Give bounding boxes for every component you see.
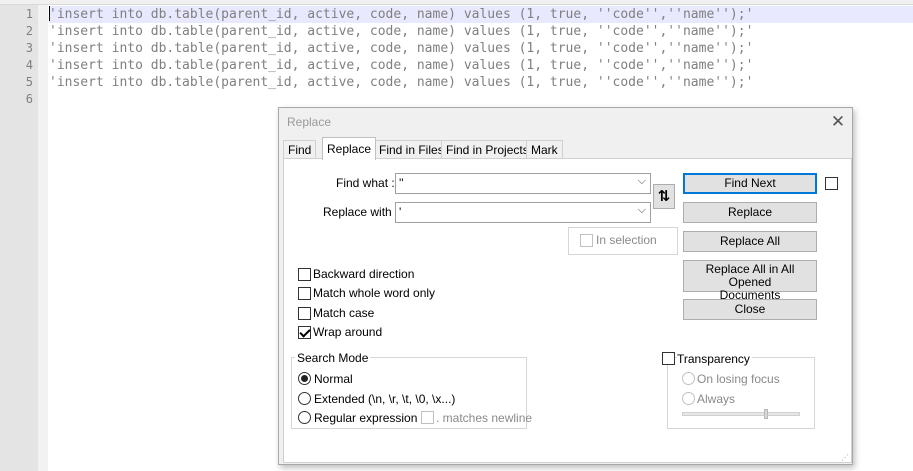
- search-mode-normal-radio[interactable]: [298, 372, 311, 385]
- replace-with-label: Replace with :: [323, 205, 399, 219]
- dialog-title: Replace: [287, 115, 332, 129]
- line-number: 3: [25, 41, 33, 55]
- on-losing-focus-label: On losing focus: [697, 372, 780, 386]
- transparency-slider[interactable]: [682, 412, 800, 416]
- search-mode-regex-label: Regular expression: [314, 411, 418, 425]
- code-line[interactable]: 'insert into db.table(parent_id, active,…: [49, 40, 913, 57]
- line-number: 5: [25, 75, 33, 89]
- tab-find-in-files[interactable]: Find in Files: [374, 140, 449, 159]
- search-mode-normal-label: Normal: [314, 372, 353, 386]
- match-case-label: Match case: [313, 306, 375, 320]
- matches-newline-checkbox[interactable]: [421, 411, 434, 424]
- wrap-around-label: Wrap around: [313, 325, 383, 339]
- tab-mark[interactable]: Mark: [526, 140, 563, 159]
- find-what-input[interactable]: '' ⌵: [395, 173, 651, 194]
- find-what-label: Find what :: [336, 176, 395, 190]
- chevron-down-icon[interactable]: ⌵: [638, 175, 646, 188]
- in-selection-label: In selection: [596, 233, 657, 247]
- always-radio[interactable]: [682, 392, 695, 405]
- replace-tab-panel: Find what : '' ⌵ Replace with : ' ⌵ ⇅ In…: [283, 158, 852, 463]
- on-losing-focus-radio[interactable]: [682, 372, 695, 385]
- code-line[interactable]: 'insert into db.table(parent_id, active,…: [49, 23, 913, 40]
- code-line[interactable]: 'insert into db.table(parent_id, active,…: [49, 74, 913, 91]
- match-whole-word-label: Match whole word only: [313, 286, 436, 300]
- line-number: 2: [25, 24, 33, 38]
- search-mode-regex-radio[interactable]: [298, 411, 311, 424]
- search-mode-title: Search Mode: [295, 351, 371, 365]
- transparency-checkbox[interactable]: [662, 352, 675, 365]
- line-number: 1: [25, 7, 33, 21]
- transparency-slider-thumb[interactable]: [764, 409, 768, 419]
- tab-find-in-projects[interactable]: Find in Projects: [441, 140, 534, 159]
- replace-all-button[interactable]: Replace All: [683, 231, 817, 252]
- match-whole-word-checkbox[interactable]: [298, 287, 311, 300]
- in-selection-checkbox[interactable]: [580, 234, 593, 247]
- editor-top-border: [0, 0, 913, 5]
- always-label: Always: [697, 392, 736, 406]
- find-next-button[interactable]: Find Next: [683, 173, 817, 194]
- resize-grip-icon[interactable]: ⋰: [841, 453, 850, 462]
- search-mode-extended-label: Extended (\n, \r, \t, \0, \x...): [314, 392, 456, 406]
- close-icon[interactable]: ✕: [829, 113, 847, 131]
- replace-with-input[interactable]: ' ⌵: [395, 202, 651, 223]
- transparency-label: Transparency: [677, 352, 752, 366]
- backward-direction-checkbox[interactable]: [298, 268, 311, 281]
- code-line[interactable]: [49, 91, 913, 108]
- replace-all-opened-label-line1: Replace All in All Opened: [705, 262, 795, 289]
- swap-find-replace-icon[interactable]: ⇅: [653, 184, 675, 209]
- line-number: 4: [25, 58, 33, 72]
- find-next-option-checkbox[interactable]: [825, 177, 838, 190]
- find-what-value: '': [399, 176, 404, 190]
- close-button[interactable]: Close: [683, 299, 817, 320]
- fold-margin: [38, 5, 48, 471]
- replace-with-value: ': [399, 205, 402, 219]
- chevron-down-icon[interactable]: ⌵: [638, 204, 646, 217]
- wrap-around-checkbox[interactable]: [298, 326, 311, 339]
- matches-newline-label: . matches newline: [436, 411, 533, 425]
- code-line[interactable]: 'insert into db.table(parent_id, active,…: [49, 6, 913, 23]
- line-number: 6: [25, 92, 33, 106]
- text-caret: [49, 6, 50, 21]
- tab-replace[interactable]: Replace: [322, 137, 377, 160]
- replace-all-opened-button[interactable]: Replace All in All Opened Documents: [683, 260, 817, 302]
- code-line[interactable]: 'insert into db.table(parent_id, active,…: [49, 57, 913, 74]
- tab-find[interactable]: Find: [283, 140, 317, 159]
- backward-direction-label: Backward direction: [313, 267, 415, 281]
- replace-button[interactable]: Replace: [683, 202, 817, 223]
- match-case-checkbox[interactable]: [298, 307, 311, 320]
- search-mode-extended-radio[interactable]: [298, 392, 311, 405]
- replace-dialog: Replace ✕ Find Replace Find in Files Fin…: [278, 107, 853, 465]
